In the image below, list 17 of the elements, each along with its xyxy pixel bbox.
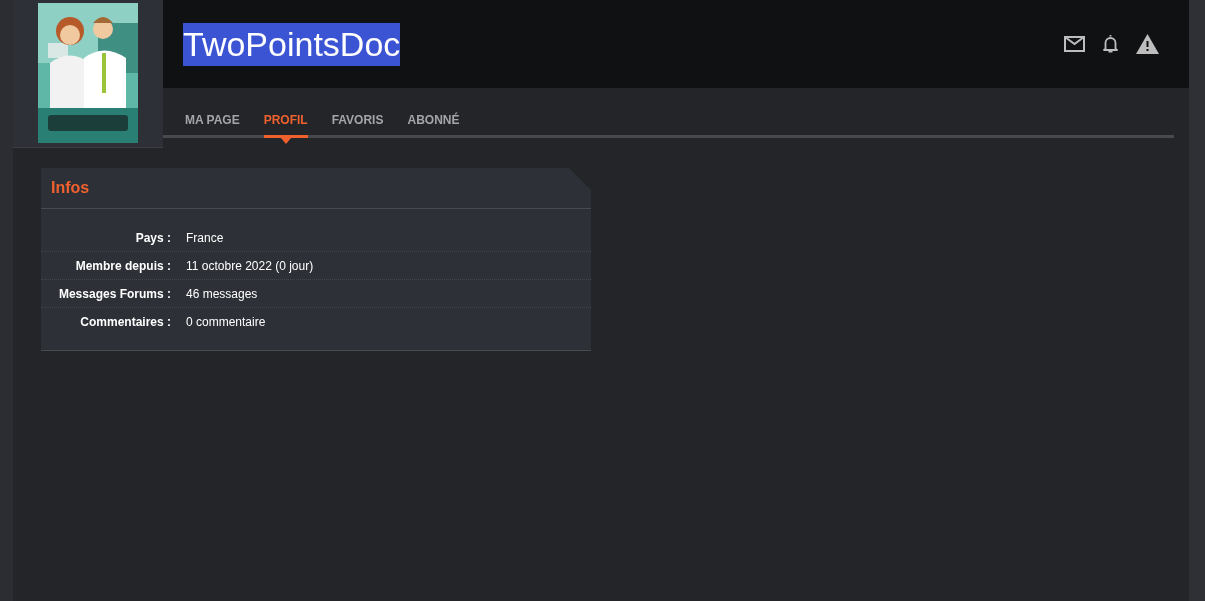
info-value: 46 messages [186, 286, 258, 301]
info-value: France [186, 230, 224, 245]
info-label: Pays : [134, 230, 171, 245]
info-label: Commentaires : [79, 314, 171, 329]
info-label: Membre depuis : [74, 258, 171, 273]
warning-icon[interactable] [1136, 34, 1159, 54]
nav-tab[interactable]: MA PAGE [185, 113, 240, 144]
nav-tab[interactable]: ABONNÉ [407, 113, 460, 144]
info-value: 0 commentaire [186, 314, 266, 329]
bell-icon[interactable] [1102, 34, 1119, 54]
mail-icon[interactable] [1064, 36, 1085, 52]
panel-title: Infos [51, 179, 90, 197]
info-label: Messages Forums : [57, 286, 171, 301]
info-value: 11 octobre 2022 (0 jour) [186, 258, 314, 273]
nav-tab[interactable]: FAVORIS [331, 113, 384, 144]
nav-tab[interactable]: PROFIL [263, 113, 308, 144]
username: TwoPointsDoc [183, 22, 401, 66]
